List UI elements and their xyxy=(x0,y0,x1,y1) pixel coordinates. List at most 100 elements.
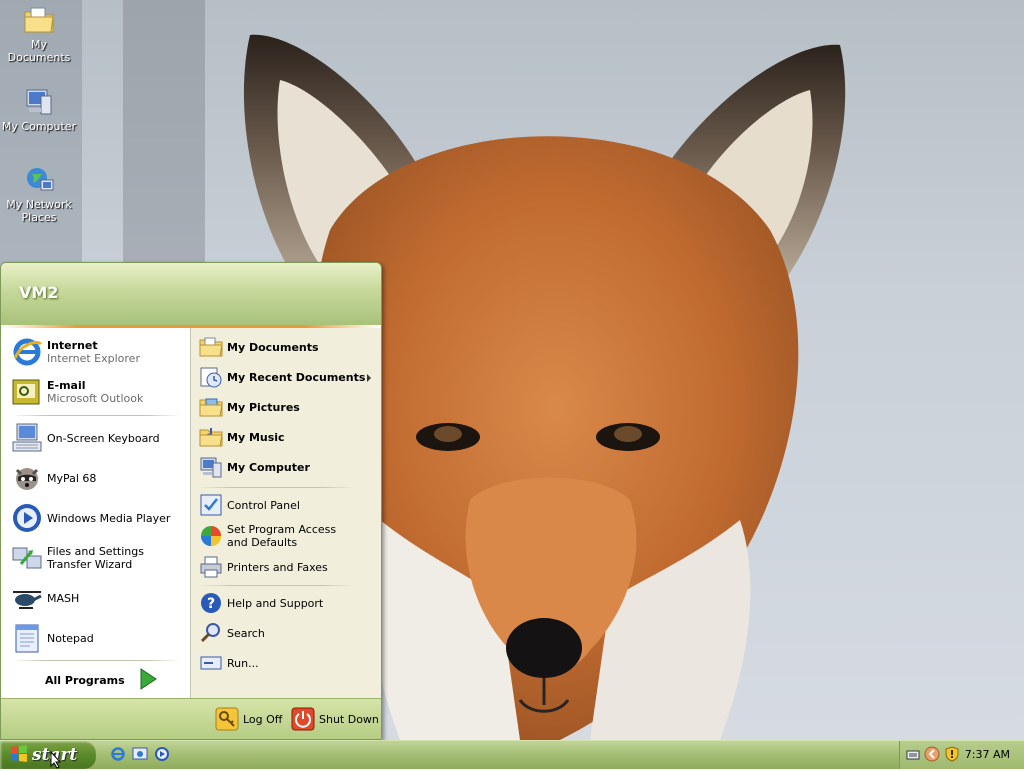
program-label: Windows Media Player xyxy=(47,511,171,525)
printer-icon xyxy=(199,555,223,579)
program-label: Files and Settings Transfer Wizard xyxy=(47,545,144,571)
desktop-icon-label: My Network Places xyxy=(6,198,72,224)
tool-run[interactable]: Run... xyxy=(199,650,259,676)
quicklaunch-desktop-icon[interactable] xyxy=(132,746,148,765)
log-off-label: Log Off xyxy=(243,712,283,726)
windows-logo-icon xyxy=(10,744,28,766)
log-off-button[interactable]: Log Off xyxy=(215,706,282,732)
desktop-icon-label: My Computer xyxy=(1,120,77,133)
place-label: My Pictures xyxy=(227,400,300,414)
start-menu: VM2 Internet Internet Explorer E-mail Mi… xyxy=(0,262,382,740)
pinned-title: Internet xyxy=(47,339,98,352)
security-shield-icon[interactable] xyxy=(944,746,960,765)
program-windows-media-player[interactable]: Windows Media Player xyxy=(11,502,170,534)
place-my-documents[interactable]: My Documents xyxy=(199,334,319,360)
program-files-settings-transfer[interactable]: Files and Settings Transfer Wizard xyxy=(11,542,182,574)
separator xyxy=(11,415,181,416)
control-panel-icon xyxy=(199,493,223,517)
program-label: Notepad xyxy=(47,631,94,645)
tool-label: Help and Support xyxy=(227,596,324,610)
quicklaunch-media-player-icon[interactable] xyxy=(154,746,170,765)
start-menu-left-pane: Internet Internet Explorer E-mail Micros… xyxy=(1,328,190,698)
recent-documents-icon xyxy=(199,365,223,389)
folder-documents-icon xyxy=(199,335,223,359)
start-menu-right-pane: My Documents My Recent Documents My Pict… xyxy=(190,328,381,698)
program-defaults-icon xyxy=(199,524,223,548)
desktop-icon-my-computer[interactable]: My Computer xyxy=(0,86,78,133)
run-icon xyxy=(199,651,223,675)
computer-icon xyxy=(199,455,223,479)
setting-program-access-defaults[interactable]: Set Program Access and Defaults xyxy=(199,520,352,552)
place-label: My Music xyxy=(227,430,285,444)
keyboard-icon xyxy=(11,422,43,454)
tool-label: Run... xyxy=(227,656,259,670)
program-label: On-Screen Keyboard xyxy=(47,431,160,445)
pinned-email-outlook[interactable]: E-mail Microsoft Outlook xyxy=(11,376,143,408)
separator xyxy=(199,487,354,488)
setting-label: Printers and Faxes xyxy=(227,560,328,574)
program-notepad[interactable]: Notepad xyxy=(11,622,94,654)
outlook-icon xyxy=(11,376,43,408)
setting-printers-faxes[interactable]: Printers and Faxes xyxy=(199,554,328,580)
desktop-icon-my-network-places[interactable]: My Network Places xyxy=(0,164,78,224)
start-menu-footer: Log Off Shut Down xyxy=(1,698,381,739)
shut-down-button[interactable]: Shut Down xyxy=(291,706,379,732)
quicklaunch-ie-icon[interactable] xyxy=(110,746,126,765)
mypal-raccoon-icon xyxy=(11,462,43,494)
separator xyxy=(199,585,354,586)
show-hidden-icons-chevron-icon[interactable] xyxy=(924,746,940,765)
place-my-recent-documents[interactable]: My Recent Documents xyxy=(199,364,365,390)
program-label: MASH xyxy=(47,591,80,605)
separator xyxy=(11,660,181,661)
svg-text:?: ? xyxy=(207,596,215,612)
power-icon xyxy=(291,707,315,731)
internet-explorer-icon xyxy=(11,336,43,368)
setting-control-panel[interactable]: Control Panel xyxy=(199,492,300,518)
tool-help-support[interactable]: ? Help and Support xyxy=(199,590,323,616)
place-label: My Computer xyxy=(227,460,310,474)
help-icon: ? xyxy=(199,591,223,615)
transfer-wizard-icon xyxy=(11,542,43,574)
all-programs-label: All Programs xyxy=(45,673,125,687)
mouse-cursor-icon xyxy=(50,750,62,772)
clock[interactable]: 7:37 AM xyxy=(965,748,1010,761)
place-my-pictures[interactable]: My Pictures xyxy=(199,394,300,420)
pinned-title: E-mail xyxy=(47,379,86,392)
keyboard-tray-icon[interactable] xyxy=(906,748,920,765)
place-my-music[interactable]: My Music xyxy=(199,424,285,450)
tool-search[interactable]: Search xyxy=(199,620,265,646)
pinned-subtitle: Microsoft Outlook xyxy=(47,392,144,405)
tool-label: Search xyxy=(227,626,265,640)
network-globe-icon xyxy=(23,164,55,196)
place-my-computer[interactable]: My Computer xyxy=(199,454,310,480)
folder-documents-icon xyxy=(23,4,55,36)
desktop-icon-label: My Documents xyxy=(7,38,71,64)
search-icon xyxy=(199,621,223,645)
program-mash[interactable]: MASH xyxy=(11,582,79,614)
system-tray: 7:37 AM xyxy=(899,741,1024,769)
place-label: My Documents xyxy=(227,340,319,354)
taskbar: start 7:37 AM xyxy=(0,740,1024,769)
key-icon xyxy=(215,707,239,731)
pinned-internet-explorer[interactable]: Internet Internet Explorer xyxy=(11,336,140,368)
place-label: My Recent Documents xyxy=(227,370,366,384)
media-player-icon xyxy=(11,502,43,534)
user-name: VM2 xyxy=(19,283,59,302)
submenu-arrow-icon xyxy=(367,374,371,382)
green-arrow-icon xyxy=(139,667,157,693)
desktop-icon-my-documents[interactable]: My Documents xyxy=(0,4,78,64)
program-label: MyPal 68 xyxy=(47,471,97,485)
program-on-screen-keyboard[interactable]: On-Screen Keyboard xyxy=(11,422,160,454)
setting-label: Set Program Access and Defaults xyxy=(227,523,337,549)
all-programs-button[interactable]: All Programs xyxy=(45,667,157,693)
folder-music-icon xyxy=(199,425,223,449)
mash-helicopter-icon xyxy=(11,582,43,614)
notepad-icon xyxy=(11,622,43,654)
start-button[interactable]: start xyxy=(0,741,96,769)
computer-icon xyxy=(23,86,55,118)
pinned-subtitle: Internet Explorer xyxy=(47,352,140,365)
program-mypal-68[interactable]: MyPal 68 xyxy=(11,462,96,494)
folder-pictures-icon xyxy=(199,395,223,419)
shut-down-label: Shut Down xyxy=(319,712,379,726)
start-menu-header: VM2 xyxy=(1,263,381,325)
